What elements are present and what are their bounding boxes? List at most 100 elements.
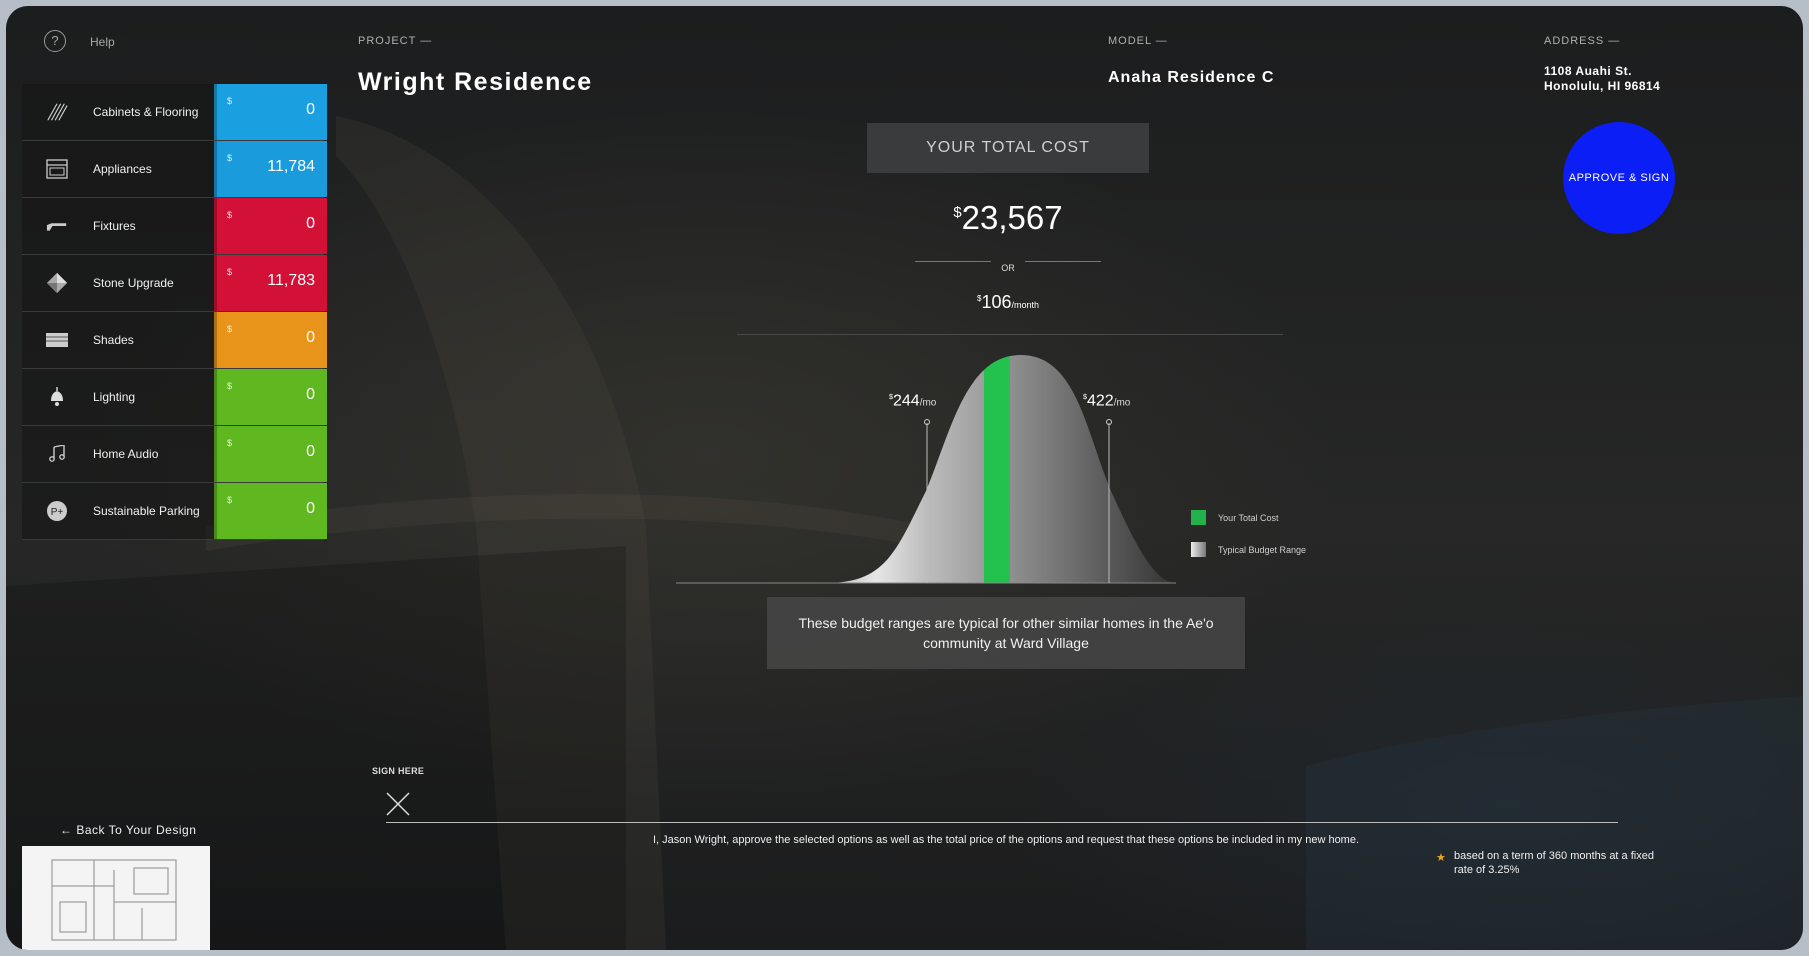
category-label: Lighting — [93, 390, 136, 404]
total-cost-amount: $23,567 — [866, 199, 1150, 237]
model-label: MODEL — — [1108, 35, 1168, 47]
monthly-value: 106 — [981, 292, 1012, 312]
project-label: PROJECT — — [358, 35, 433, 47]
category-price: $ 0 — [214, 312, 327, 368]
floorplan-thumbnail[interactable] — [22, 846, 210, 950]
category-label: Fixtures — [93, 219, 136, 233]
ev-parking-icon: P+ — [46, 500, 68, 522]
legend-swatch-your-cost — [1191, 510, 1206, 525]
address-line-2: Honolulu, HI 96814 — [1544, 79, 1661, 93]
flooring-icon — [46, 101, 68, 123]
music-note-icon — [46, 443, 68, 465]
category-label: Cabinets & Flooring — [93, 105, 199, 119]
category-value: 0 — [306, 215, 315, 232]
currency-symbol: $ — [227, 267, 233, 277]
your-cost-band — [984, 355, 1010, 583]
currency-symbol: $ — [227, 153, 233, 163]
budget-info-text: These budget ranges are typical for othe… — [798, 615, 1214, 651]
appliance-icon — [46, 158, 68, 180]
approve-sign-button[interactable]: APPROVE & SIGN — [1563, 122, 1675, 234]
category-list: Cabinets & Flooring $ 0 Appliances $ 11,… — [22, 84, 327, 540]
total-cost-header: YOUR TOTAL COST — [867, 123, 1149, 173]
category-sustainable-parking[interactable]: P+ Sustainable Parking $ 0 — [22, 483, 327, 540]
currency-symbol: $ — [227, 438, 233, 448]
legend-label-budget-range: Typical Budget Range — [1218, 545, 1307, 555]
low-range-label: $244/mo — [889, 392, 936, 410]
svg-text:P+: P+ — [51, 507, 64, 518]
category-lighting[interactable]: Lighting $ 0 — [22, 369, 327, 426]
category-cabinets-flooring[interactable]: Cabinets & Flooring $ 0 — [22, 84, 327, 141]
light-bulb-icon — [46, 386, 68, 408]
category-price: $ 11,784 — [214, 141, 327, 197]
back-to-design-label: Back To Your Design — [76, 823, 197, 837]
financing-footnote: based on a term of 360 months at a fixed… — [1454, 850, 1654, 876]
star-icon: ★ — [1436, 852, 1446, 864]
currency-symbol: $ — [227, 210, 233, 220]
project-title: Wright Residence — [358, 68, 593, 96]
sign-x-icon — [386, 792, 410, 816]
or-divider-right — [1025, 261, 1101, 262]
faucet-icon — [46, 215, 68, 237]
or-label: OR — [1001, 263, 1015, 273]
back-to-design-link[interactable]: ← Back To Your Design — [60, 823, 196, 837]
monthly-cost: $106/month — [906, 292, 1110, 313]
stone-diamond-icon — [46, 272, 68, 294]
total-cost-value: 23,567 — [961, 199, 1063, 236]
category-value: 0 — [306, 329, 315, 346]
category-shades[interactable]: Shades $ 0 — [22, 312, 327, 369]
section-divider — [737, 334, 1283, 335]
total-cost-label: YOUR TOTAL COST — [926, 139, 1090, 156]
currency-symbol: $ — [227, 495, 233, 505]
legend-swatch-budget-range — [1191, 542, 1206, 557]
low-range-unit: /mo — [919, 397, 937, 409]
category-price: $ 0 — [214, 198, 327, 254]
arrow-left-icon: ← — [60, 823, 73, 837]
category-value: 0 — [306, 500, 315, 517]
address-line-1: 1108 Auahi St. — [1544, 64, 1632, 78]
high-range-unit: /mo — [1113, 397, 1131, 409]
typical-budget-curve — [676, 355, 1176, 583]
category-value: 0 — [306, 443, 315, 460]
model-name: Anaha Residence C — [1108, 69, 1275, 86]
app-window: ? Help Cabinets & Flooring $ 0 Appliance… — [6, 6, 1803, 950]
floorplan-drawing — [51, 859, 177, 941]
approval-statement: I, Jason Wright, approve the selected op… — [652, 834, 1360, 846]
low-range-value: 244 — [893, 392, 920, 410]
category-price: $ 0 — [214, 483, 327, 539]
category-label: Appliances — [93, 162, 152, 176]
category-label: Shades — [93, 333, 134, 347]
category-price: $ 0 — [214, 369, 327, 425]
category-value: 0 — [306, 101, 315, 118]
currency-symbol: $ — [953, 205, 962, 221]
high-range-value: 422 — [1087, 392, 1114, 410]
sign-here-label: SIGN HERE — [372, 766, 425, 776]
shades-icon — [46, 329, 68, 351]
help-icon[interactable]: ? — [44, 30, 66, 52]
category-label: Stone Upgrade — [93, 276, 174, 290]
budget-range-chart — [676, 355, 1176, 584]
category-price: $ 11,783 — [214, 255, 327, 311]
category-value: 0 — [306, 386, 315, 403]
category-price: $ 0 — [214, 426, 327, 482]
monthly-unit: /month — [1011, 300, 1040, 310]
category-appliances[interactable]: Appliances $ 11,784 — [22, 141, 327, 198]
category-fixtures[interactable]: Fixtures $ 0 — [22, 198, 327, 255]
currency-symbol: $ — [227, 324, 233, 334]
currency-symbol: $ — [227, 96, 233, 106]
category-home-audio[interactable]: Home Audio $ 0 — [22, 426, 327, 483]
help-label[interactable]: Help — [90, 35, 115, 49]
category-label: Home Audio — [93, 447, 159, 461]
or-divider-left — [915, 261, 991, 262]
category-value: 11,783 — [267, 272, 315, 289]
category-price: $ 0 — [214, 84, 327, 140]
category-value: 11,784 — [267, 158, 315, 175]
approve-sign-label: APPROVE & SIGN — [1568, 172, 1670, 184]
category-label: Sustainable Parking — [93, 504, 200, 518]
budget-info-box: These budget ranges are typical for othe… — [767, 597, 1245, 669]
signature-field[interactable] — [386, 822, 1618, 823]
legend-label-your-cost: Your Total Cost — [1218, 513, 1279, 523]
high-range-label: $422/mo — [1083, 392, 1130, 410]
category-stone-upgrade[interactable]: Stone Upgrade $ 11,783 — [22, 255, 327, 312]
currency-symbol: $ — [227, 381, 233, 391]
address-label: ADDRESS — — [1544, 35, 1621, 47]
